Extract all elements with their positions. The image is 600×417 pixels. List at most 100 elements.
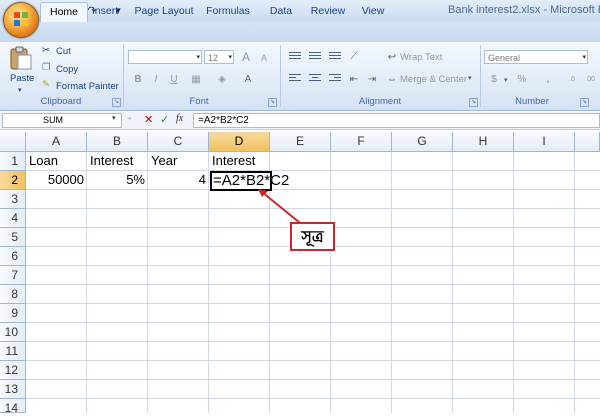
wrap-text-icon[interactable]: ↩ <box>384 50 400 65</box>
chevron-down-icon: ▾ <box>228 54 232 61</box>
decrease-decimal-icon[interactable]: .00 <box>582 72 598 87</box>
clipboard-launcher-icon[interactable]: ↘ <box>112 98 121 107</box>
row-header-5[interactable]: 5 <box>0 228 26 247</box>
cell-b1[interactable]: Interest <box>90 152 133 170</box>
italic-button[interactable]: I <box>148 72 164 87</box>
borders-icon[interactable]: ▦ <box>188 72 204 87</box>
currency-dropdown-icon[interactable]: ▾ <box>504 76 508 84</box>
formula-annotation-callout: সূত্র <box>290 222 335 251</box>
group-separator <box>280 45 281 107</box>
wrap-text-button[interactable]: Wrap Text <box>400 52 442 63</box>
cut-button[interactable]: Cut <box>56 46 71 57</box>
cut-icon[interactable]: ✂ <box>42 45 50 56</box>
row-header-4[interactable]: 4 <box>0 209 26 228</box>
column-header-c[interactable]: C <box>148 132 209 152</box>
column-header-a[interactable]: A <box>26 132 87 152</box>
align-top-icon[interactable] <box>286 50 304 64</box>
row-header-1[interactable]: 1 <box>0 152 26 171</box>
format-painter-button[interactable]: Format Painter <box>56 81 119 92</box>
copy-icon[interactable]: ❐ <box>42 62 51 73</box>
enter-icon[interactable]: ✓ <box>160 113 169 126</box>
column-header-e[interactable]: E <box>270 132 331 152</box>
row-header-7[interactable]: 7 <box>0 266 26 285</box>
tab-review[interactable]: Review <box>308 2 348 21</box>
font-launcher-icon[interactable]: ↘ <box>268 98 277 107</box>
paste-button[interactable]: Paste <box>10 73 34 84</box>
tab-view[interactable]: View <box>358 2 388 21</box>
formula-bar-handle-icon[interactable]: ◦ <box>128 113 131 123</box>
font-size-combo[interactable]: 12 ▾ <box>204 50 234 64</box>
align-middle-icon[interactable] <box>306 50 324 64</box>
ribbon-tab-bar <box>0 22 600 43</box>
grow-font-button[interactable]: A <box>238 50 254 65</box>
column-header-d[interactable]: D <box>209 132 270 152</box>
align-center-icon[interactable] <box>306 72 324 86</box>
column-header-f[interactable]: F <box>331 132 392 152</box>
cancel-icon[interactable]: ✕ <box>144 113 153 126</box>
tab-data[interactable]: Data <box>266 2 296 21</box>
font-color-button[interactable]: A <box>240 72 256 87</box>
number-format-combo[interactable]: General ▾ <box>484 50 588 64</box>
percent-button[interactable]: % <box>514 72 530 87</box>
window-title: Bank interest2.xlsx - Microsoft E <box>448 4 600 16</box>
row-header-14[interactable]: 14 <box>0 399 26 415</box>
column-header-i[interactable]: I <box>514 132 575 152</box>
merge-dropdown-icon[interactable]: ▾ <box>468 74 472 82</box>
cell-a1[interactable]: Loan <box>29 152 58 170</box>
insert-function-icon[interactable]: fx <box>176 113 183 124</box>
office-button[interactable] <box>3 2 39 38</box>
bold-button[interactable]: B <box>130 72 146 87</box>
column-header-b[interactable]: B <box>87 132 148 152</box>
comma-button[interactable]: , <box>540 72 556 87</box>
row-header-3[interactable]: 3 <box>0 190 26 209</box>
merge-center-button[interactable]: Merge & Center <box>400 74 467 85</box>
cell-c2[interactable]: 4 <box>148 171 206 189</box>
currency-button[interactable]: $ <box>486 72 502 87</box>
merge-center-icon[interactable]: ⇔ <box>384 72 400 87</box>
grid-line <box>330 152 331 413</box>
shrink-font-button[interactable]: A <box>256 51 272 66</box>
column-header-g[interactable]: G <box>392 132 453 152</box>
tab-insert[interactable]: Insert <box>88 2 122 21</box>
orientation-icon[interactable]: ⟋ <box>346 49 362 64</box>
row-header-8[interactable]: 8 <box>0 285 26 304</box>
paste-icon[interactable] <box>8 45 34 71</box>
font-group-label: Font <box>189 96 209 107</box>
column-header-h[interactable]: H <box>453 132 514 152</box>
align-left-icon[interactable] <box>286 72 304 86</box>
tab-formulas[interactable]: Formulas <box>204 2 252 21</box>
underline-button[interactable]: U <box>166 72 182 87</box>
alignment-launcher-icon[interactable]: ↘ <box>469 98 478 107</box>
tab-page-layout[interactable]: Page Layout <box>134 2 194 21</box>
column-header-j[interactable] <box>575 132 600 152</box>
format-painter-icon[interactable]: ✎ <box>42 79 50 90</box>
formula-input[interactable]: =A2*B2*C2 <box>193 113 600 128</box>
row-header-10[interactable]: 10 <box>0 323 26 342</box>
cell-c1[interactable]: Year <box>151 152 177 170</box>
number-launcher-icon[interactable]: ↘ <box>580 98 589 107</box>
align-bottom-icon[interactable] <box>326 50 344 64</box>
cell-a2[interactable]: 50000 <box>26 171 84 189</box>
increase-decimal-icon[interactable]: .0 <box>564 72 580 87</box>
decrease-indent-icon[interactable]: ⇤ <box>346 72 362 87</box>
name-box-dropdown-icon[interactable]: ▾ <box>112 114 116 122</box>
row-header-6[interactable]: 6 <box>0 247 26 266</box>
copy-button[interactable]: Copy <box>56 64 78 75</box>
tab-home[interactable]: Home <box>40 2 88 22</box>
row-header-13[interactable]: 13 <box>0 380 26 399</box>
increase-indent-icon[interactable]: ⇥ <box>364 72 380 87</box>
font-name-combo[interactable]: ▾ <box>128 50 202 64</box>
clipboard-group-label: Clipboard <box>40 96 82 107</box>
paste-dropdown-icon[interactable]: ▾ <box>18 86 22 94</box>
cell-b2[interactable]: 5% <box>87 171 145 189</box>
office-logo-icon <box>14 12 28 26</box>
fill-color-icon[interactable]: ◈ <box>214 72 230 87</box>
select-all-corner[interactable] <box>0 132 26 152</box>
row-header-12[interactable]: 12 <box>0 361 26 380</box>
row-header-11[interactable]: 11 <box>0 342 26 361</box>
align-right-icon[interactable] <box>326 72 344 86</box>
row-header-2[interactable]: 2 <box>0 171 26 190</box>
name-box[interactable]: SUM <box>2 113 122 128</box>
cell-d1[interactable]: Interest <box>212 152 255 170</box>
row-header-9[interactable]: 9 <box>0 304 26 323</box>
